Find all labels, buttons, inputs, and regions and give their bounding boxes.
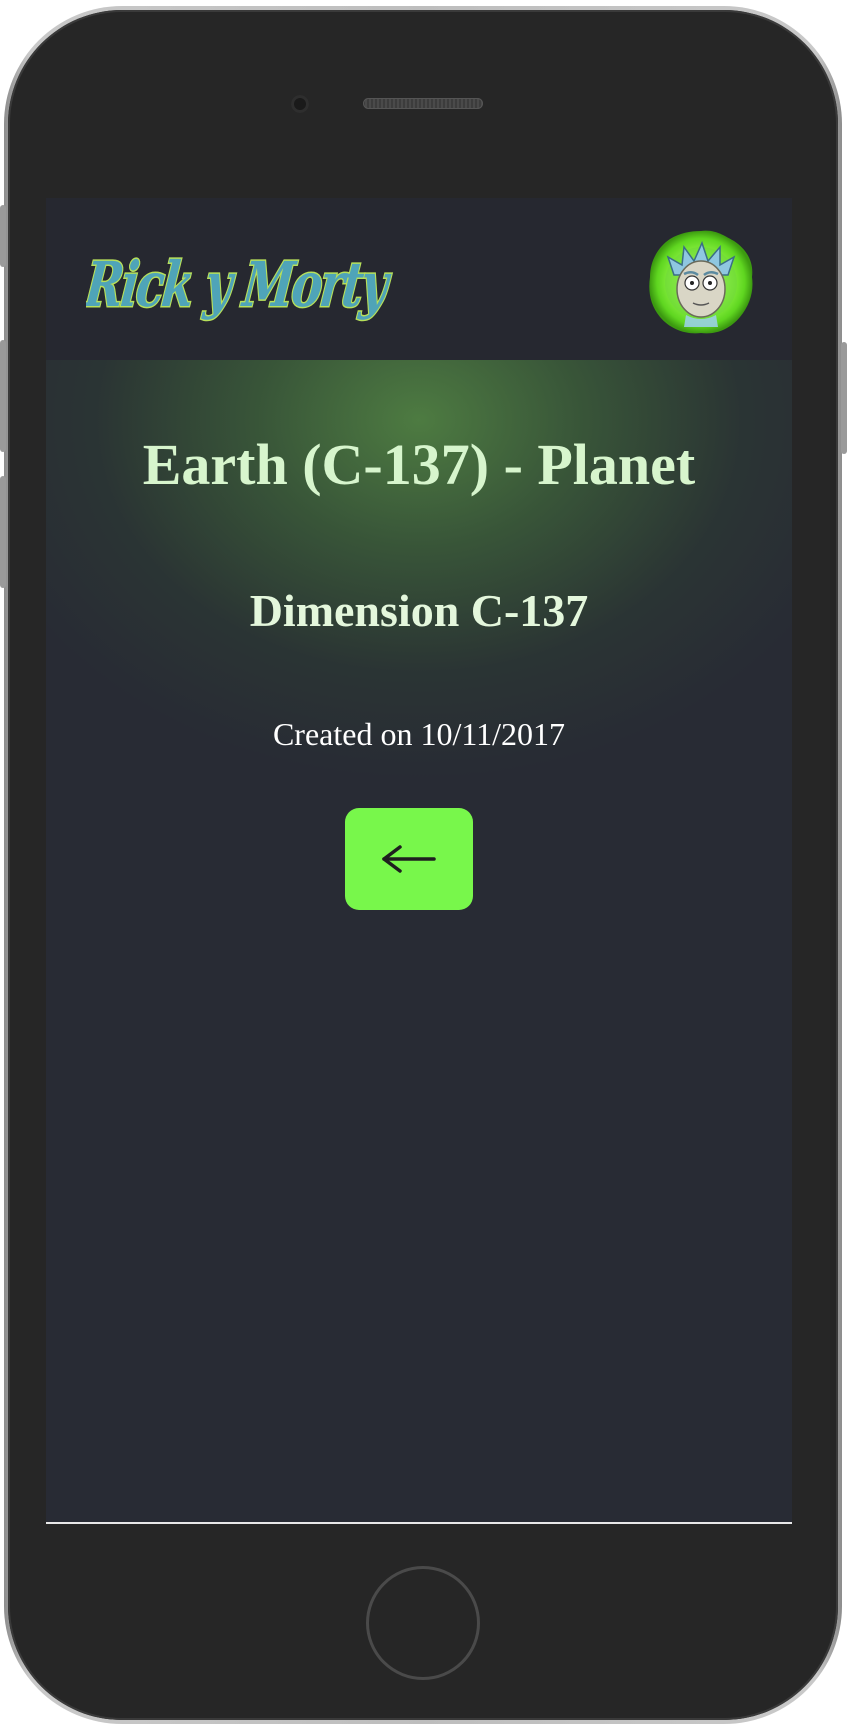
arrow-left-icon bbox=[382, 845, 436, 873]
logo-text: Rick y Morty bbox=[86, 248, 395, 321]
side-button-volume-down bbox=[0, 476, 6, 588]
back-button[interactable] bbox=[345, 808, 473, 910]
location-title: Earth (C-137) - Planet bbox=[142, 432, 696, 497]
avatar-icon bbox=[649, 230, 753, 334]
side-button-volume-up bbox=[0, 340, 6, 452]
app-screen: Rick y Morty Earth (C-137) - Planet Dime… bbox=[46, 198, 792, 1524]
front-camera bbox=[291, 95, 309, 113]
location-dimension: Dimension C-137 bbox=[249, 585, 589, 636]
side-button-power bbox=[841, 342, 847, 454]
screen-bottom-divider bbox=[46, 1522, 792, 1524]
created-date: Created on 10/11/2017 bbox=[272, 716, 566, 752]
navbar: Rick y Morty bbox=[46, 198, 792, 360]
side-button-mute bbox=[0, 205, 6, 267]
rick-y-morty-logo[interactable]: Rick y Morty bbox=[79, 224, 404, 334]
logo-graphic: Rick y Morty bbox=[79, 247, 396, 323]
home-button[interactable] bbox=[366, 1566, 480, 1680]
rick-portal-avatar[interactable] bbox=[646, 227, 756, 337]
location-detail: Earth (C-137) - Planet Dimension C-137 C… bbox=[46, 360, 792, 1524]
earpiece-speaker bbox=[363, 98, 483, 109]
